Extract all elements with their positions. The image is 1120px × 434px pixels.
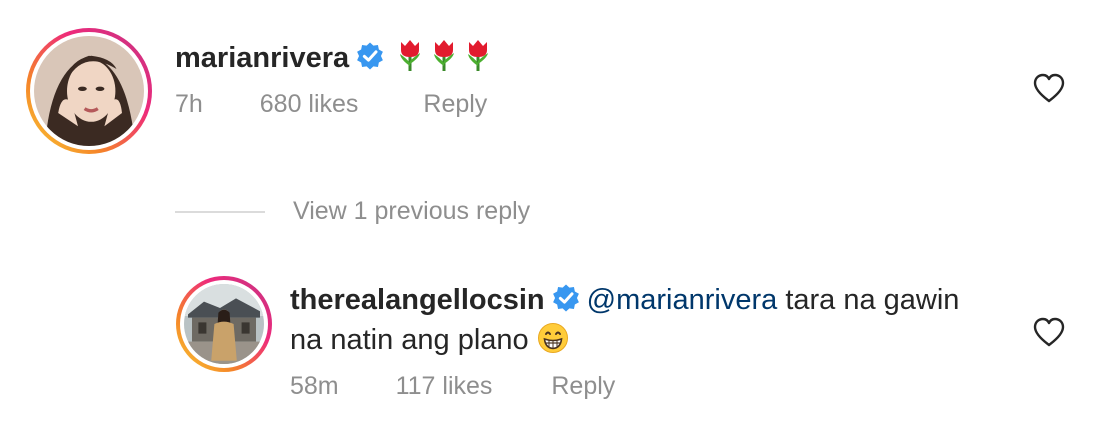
tulip-icon [434,40,455,71]
view-previous-replies-button[interactable]: View 1 previous reply [175,196,530,226]
comment-line: marianrivera [175,38,493,76]
verified-badge-icon [355,41,385,71]
comment-meta: 58m 117 likes Reply [290,371,615,401]
username[interactable]: therealangellocsin [290,284,545,316]
divider-line [175,211,265,214]
avatar[interactable] [184,284,264,364]
grinning-face-icon [537,323,568,353]
comment-text: tara na gawin [777,284,960,316]
story-ring-avatar[interactable] [176,276,272,372]
story-ring-avatar[interactable] [26,28,152,154]
comment-text-continued: na natin ang plano [290,324,529,356]
like-heart-icon[interactable] [1032,316,1066,348]
tulip-emoji-group [391,40,493,74]
mention-link[interactable]: @marianrivera [587,284,778,316]
avatar[interactable] [34,36,144,146]
timestamp[interactable]: 7h [175,89,203,119]
view-replies-label: View 1 previous reply [293,197,531,225]
timestamp[interactable]: 58m [290,371,339,401]
likes-count[interactable]: 680 likes [260,89,359,119]
comment-line-1: therealangellocsin @marianrivera tara na… [290,282,959,318]
likes-count[interactable]: 117 likes [396,371,493,401]
like-heart-icon[interactable] [1032,72,1066,104]
comment-meta: 7h 680 likes Reply [175,89,487,119]
comment-line-2: na natin ang plano [290,322,569,358]
reply-button[interactable]: Reply [551,371,615,401]
tulip-icon [468,40,489,71]
verified-badge-icon [551,283,581,313]
tulip-icon [400,40,421,71]
username[interactable]: marianrivera [175,42,349,74]
reply-button[interactable]: Reply [423,89,487,119]
